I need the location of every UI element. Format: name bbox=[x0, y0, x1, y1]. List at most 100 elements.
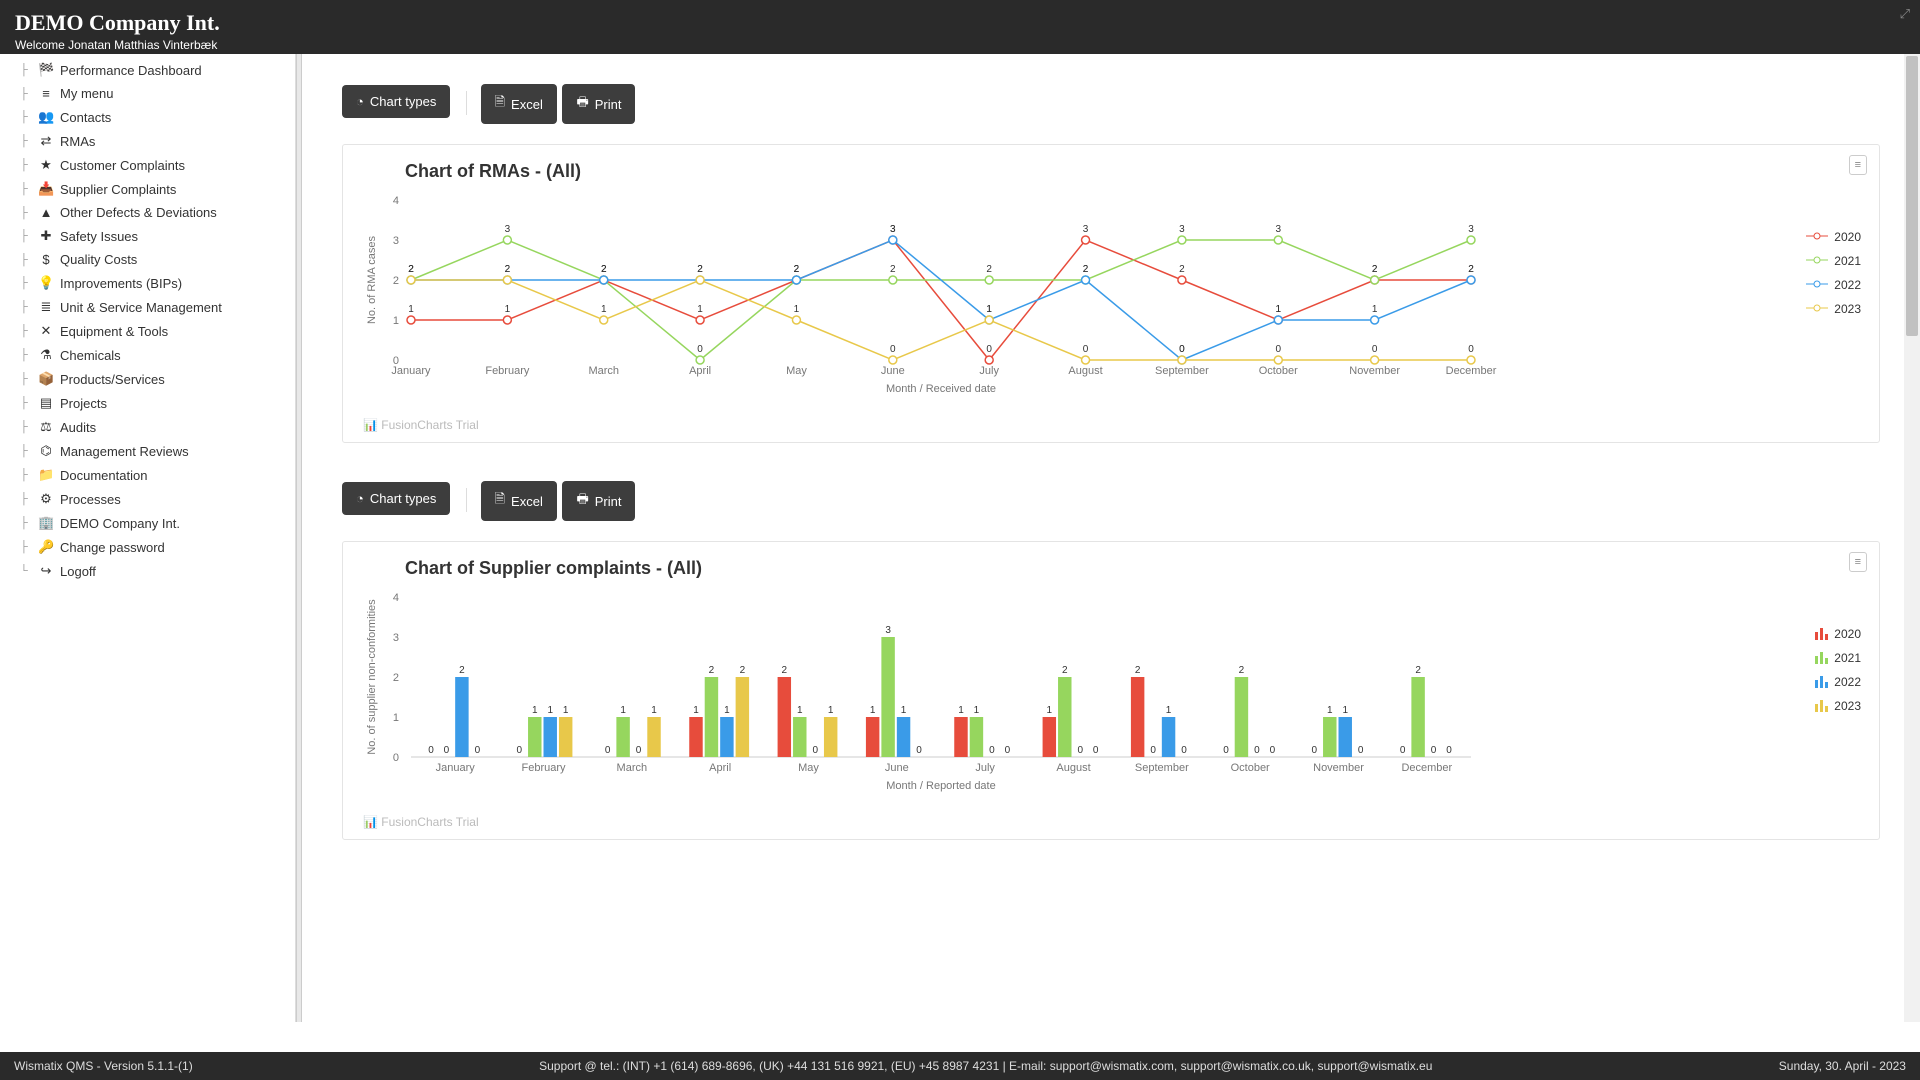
svg-text:3: 3 bbox=[393, 235, 399, 247]
print-label: Print bbox=[595, 97, 622, 112]
rma-chart-box: Chart of RMAs - (All) ≡ 01234No. of RMA … bbox=[342, 144, 1880, 443]
file-icon: 🗎 bbox=[495, 93, 505, 115]
svg-text:March: March bbox=[617, 762, 648, 774]
print-icon: 🖶 bbox=[576, 490, 588, 512]
expand-icon[interactable]: ⤢ bbox=[1900, 6, 1910, 22]
sidebar-item-safety-issues[interactable]: ├✚Safety Issues bbox=[0, 224, 295, 248]
logout-icon: ↪ bbox=[38, 563, 54, 579]
chart-menu-icon[interactable]: ≡ bbox=[1849, 552, 1867, 572]
supplier-chart-area: 01234No. of supplier non-conformitiesJan… bbox=[361, 587, 1861, 807]
sidebar-item-contacts[interactable]: ├👥Contacts bbox=[0, 105, 295, 129]
sidebar-item-my-menu[interactable]: ├≡My menu bbox=[0, 82, 295, 105]
svg-text:2: 2 bbox=[1239, 665, 1245, 676]
legend-item-2020[interactable]: 2020 bbox=[1806, 230, 1861, 244]
sidebar-item-rmas[interactable]: ├⇄RMAs bbox=[0, 129, 295, 153]
sidebar-item-label: Logoff bbox=[60, 564, 96, 579]
print-button[interactable]: 🖶 Print bbox=[562, 84, 635, 124]
svg-text:2: 2 bbox=[794, 264, 800, 275]
sitemap-icon: ⌬ bbox=[38, 443, 54, 459]
tree-line-icon: ├ bbox=[20, 397, 32, 409]
sidebar-item-quality-costs[interactable]: ├$Quality Costs bbox=[0, 248, 295, 271]
svg-text:1: 1 bbox=[797, 705, 803, 716]
sidebar-item-products-services[interactable]: ├📦Products/Services bbox=[0, 367, 295, 391]
supplier-chart-box: Chart of Supplier complaints - (All) ≡ 0… bbox=[342, 541, 1880, 840]
legend-item-2023[interactable]: 2023 bbox=[1806, 302, 1861, 316]
medkit-icon: ✚ bbox=[38, 228, 54, 244]
svg-text:1: 1 bbox=[958, 705, 964, 716]
sidebar-item-chemicals[interactable]: ├⚗Chemicals bbox=[0, 343, 295, 367]
legend-label: 2023 bbox=[1834, 699, 1861, 713]
sidebar-item-label: Processes bbox=[60, 492, 121, 507]
excel-button[interactable]: 🗎 Excel bbox=[481, 481, 557, 521]
chart-types-button[interactable]: ◔ Chart types bbox=[342, 482, 450, 515]
tree-line-icon: ├ bbox=[20, 159, 32, 171]
legend-item-2023[interactable]: 2023 bbox=[1815, 699, 1861, 713]
dollar-icon: $ bbox=[38, 252, 54, 267]
sidebar-item-label: Projects bbox=[60, 396, 107, 411]
svg-text:January: January bbox=[436, 762, 476, 774]
svg-text:0: 0 bbox=[1270, 745, 1276, 756]
svg-text:3: 3 bbox=[1275, 224, 1281, 235]
chart-menu-icon[interactable]: ≡ bbox=[1849, 155, 1867, 175]
sidebar-item-label: Customer Complaints bbox=[60, 158, 185, 173]
sidebar-item-audits[interactable]: ├⚖Audits bbox=[0, 415, 295, 439]
print-button[interactable]: 🖶 Print bbox=[562, 481, 635, 521]
sidebar-splitter[interactable] bbox=[296, 54, 302, 1022]
sidebar-item-demo-company-int-[interactable]: ├🏢DEMO Company Int. bbox=[0, 511, 295, 535]
sidebar-item-documentation[interactable]: ├📁Documentation bbox=[0, 463, 295, 487]
sidebar-item-logoff[interactable]: └↪Logoff bbox=[0, 559, 295, 583]
sidebar-item-improvements-bips-[interactable]: ├💡Improvements (BIPs) bbox=[0, 271, 295, 295]
sidebar-item-other-defects-deviations[interactable]: ├▲Other Defects & Deviations bbox=[0, 201, 295, 224]
chart-types-button[interactable]: ◔ Chart types bbox=[342, 85, 450, 118]
tree-line-icon: ├ bbox=[20, 207, 32, 219]
legend-item-2022[interactable]: 2022 bbox=[1815, 675, 1861, 689]
svg-text:0: 0 bbox=[989, 745, 995, 756]
svg-text:4: 4 bbox=[393, 592, 399, 604]
tree-line-icon: ├ bbox=[20, 517, 32, 529]
sidebar-item-equipment-tools[interactable]: ├✕Equipment & Tools bbox=[0, 319, 295, 343]
excel-button[interactable]: 🗎 Excel bbox=[481, 84, 557, 124]
svg-text:0: 0 bbox=[1400, 745, 1406, 756]
sidebar-item-performance-dashboard[interactable]: ├🏁Performance Dashboard bbox=[0, 58, 295, 82]
print-icon: 🖶 bbox=[576, 93, 588, 115]
pie-icon: ◔ bbox=[356, 491, 364, 506]
sidebar-item-label: Safety Issues bbox=[60, 229, 138, 244]
svg-text:2: 2 bbox=[1372, 264, 1378, 275]
sidebar-item-processes[interactable]: ├⚙Processes bbox=[0, 487, 295, 511]
sidebar-item-management-reviews[interactable]: ├⌬Management Reviews bbox=[0, 439, 295, 463]
scrollbar-thumb[interactable] bbox=[1906, 56, 1918, 336]
tree-line-icon: ├ bbox=[20, 135, 32, 147]
svg-text:0: 0 bbox=[393, 752, 399, 764]
main-scrollbar[interactable] bbox=[1904, 54, 1920, 1022]
legend-item-2020[interactable]: 2020 bbox=[1815, 627, 1861, 641]
svg-text:July: July bbox=[975, 762, 995, 774]
sidebar-item-customer-complaints[interactable]: ├★Customer Complaints bbox=[0, 153, 295, 177]
legend-item-2022[interactable]: 2022 bbox=[1806, 278, 1861, 292]
svg-text:December: December bbox=[1446, 365, 1497, 377]
footer: Wismatix QMS - Version 5.1.1-(1) Support… bbox=[0, 1052, 1920, 1080]
svg-text:2: 2 bbox=[740, 665, 746, 676]
sidebar-item-projects[interactable]: ├▤Projects bbox=[0, 391, 295, 415]
rma-chart-title: Chart of RMAs - (All) bbox=[405, 161, 1861, 182]
legend-item-2021[interactable]: 2021 bbox=[1806, 254, 1861, 268]
welcome-text: Welcome Jonatan Matthias Vinterbæk bbox=[15, 38, 1905, 52]
flask-icon: ⚗ bbox=[38, 347, 54, 363]
chart1-toolbar: ◔ Chart types 🗎 Excel 🖶 Print bbox=[342, 84, 1880, 124]
svg-text:1: 1 bbox=[601, 304, 607, 315]
legend-item-2021[interactable]: 2021 bbox=[1815, 651, 1861, 665]
svg-text:0: 0 bbox=[475, 745, 481, 756]
svg-text:2: 2 bbox=[697, 264, 703, 275]
sidebar-item-supplier-complaints[interactable]: ├📥Supplier Complaints bbox=[0, 177, 295, 201]
key-icon: 🔑 bbox=[38, 539, 54, 555]
svg-text:1: 1 bbox=[505, 304, 511, 315]
tree-line-icon: ├ bbox=[20, 469, 32, 481]
svg-text:2: 2 bbox=[393, 275, 399, 287]
svg-text:2: 2 bbox=[459, 665, 465, 676]
svg-text:2: 2 bbox=[1135, 665, 1141, 676]
sidebar-item-unit-service-management[interactable]: ├≣Unit & Service Management bbox=[0, 295, 295, 319]
rma-chart-area: 01234No. of RMA casesJanuaryFebruaryMarc… bbox=[361, 190, 1861, 410]
svg-text:1: 1 bbox=[620, 705, 626, 716]
toolbar-separator bbox=[466, 488, 467, 512]
sidebar-item-change-password[interactable]: ├🔑Change password bbox=[0, 535, 295, 559]
sidebar: ├🏁Performance Dashboard├≡My menu├👥Contac… bbox=[0, 54, 296, 1022]
